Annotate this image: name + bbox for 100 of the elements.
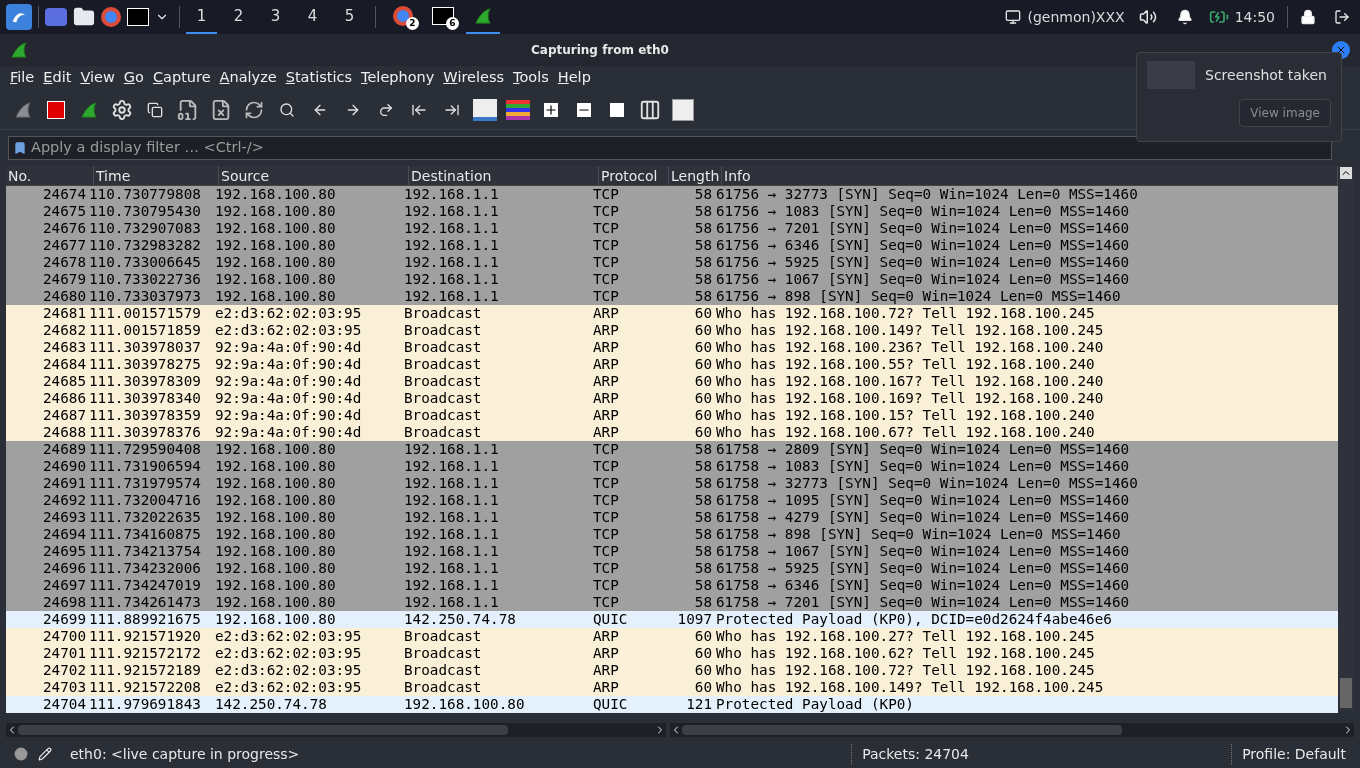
packet-row[interactable]: 24700 111.921571920 e2:d3:62:02:03:95 Broadcast ARP 60 Who has 192.168.100.27? Tell 192.168.100.245 <box>6 628 1338 645</box>
column-header[interactable]: Source <box>219 166 409 185</box>
bell-icon[interactable] <box>1176 9 1193 25</box>
menu-item[interactable]: Capture <box>148 67 215 89</box>
menu-item[interactable]: Edit <box>39 67 76 89</box>
packet-row[interactable]: 24678 110.733006645 192.168.100.80 192.168.1.1 TCP 58 61756 → 5925 [SYN] Seq=0 Win=1024 Len=0 MSS=1460 <box>6 254 1338 271</box>
packet-row[interactable]: 24681 111.001571579 e2:d3:62:02:03:95 Broadcast ARP 60 Who has 192.168.100.72? Tell 192.168.100.245 <box>6 305 1338 322</box>
packet-row[interactable]: 24699 111.889921675 192.168.100.80 142.250.74.78 QUIC 1097 Protected Payload (KP0), DCID=e0d2624f4abe46e6 <box>6 611 1338 628</box>
packet-row[interactable]: 24687 111.303978359 92:9a:4a:0f:90:4d Broadcast ARP 60 Who has 192.168.100.15? Tell 192.168.100.240 <box>6 407 1338 424</box>
column-header[interactable]: Length <box>669 166 722 185</box>
table-cell-text: 111.734261473 <box>88 594 202 611</box>
table-cell-text: ARP <box>592 373 620 390</box>
packet-row[interactable]: 24674 110.730779808 192.168.100.80 192.168.1.1 TCP 58 61756 → 32773 [SYN] Seq=0 Win=1024 Len=0 MSS=1460 <box>6 186 1338 203</box>
taskbar-app[interactable]: 2 <box>386 0 420 34</box>
column-header[interactable]: Time <box>94 166 219 185</box>
table-cell-text: 111.732004716 <box>88 492 202 509</box>
horizontal-scrollbar[interactable] <box>670 723 1354 737</box>
table-cell-text: 58 <box>693 203 712 220</box>
table-cell-text: 192.168.100.80 <box>214 458 337 475</box>
lock-icon[interactable] <box>1300 9 1316 25</box>
packet-row[interactable]: 24679 110.733022736 192.168.100.80 192.168.1.1 TCP 58 61756 → 1067 [SYN] Seq=0 Win=1024 Len=0 MSS=1460 <box>6 271 1338 288</box>
browser-icon[interactable] <box>101 7 121 27</box>
menu-item[interactable]: Tools <box>509 67 553 89</box>
packet-row[interactable]: 24697 111.734247019 192.168.100.80 192.168.1.1 TCP 58 61758 → 6346 [SYN] Seq=0 Win=1024 Len=0 MSS=1460 <box>6 577 1338 594</box>
table-cell-text: 192.168.100.80 <box>214 492 337 509</box>
packet-row[interactable]: 24690 111.731906594 192.168.100.80 192.168.1.1 TCP 58 61758 → 1083 [SYN] Seq=0 Win=1024 Len=0 MSS=1460 <box>6 458 1338 475</box>
vertical-scrollbar[interactable] <box>1338 166 1354 710</box>
bookmark-icon[interactable] <box>13 141 27 155</box>
packet-row[interactable]: 24694 111.734160875 192.168.100.80 192.168.1.1 TCP 58 61758 → 898 [SYN] Seq=0 Win=1024 Len=0 MSS=1460 <box>6 526 1338 543</box>
menu-item[interactable]: File <box>6 67 39 89</box>
packet-row[interactable]: 24689 111.729590408 192.168.100.80 192.168.1.1 TCP 58 61758 → 2809 [SYN] Seq=0 Win=1024 Len=0 MSS=1460 <box>6 441 1338 458</box>
packet-row[interactable]: 24688 111.303978376 92:9a:4a:0f:90:4d Broadcast ARP 60 Who has 192.168.100.67? Tell 192.168.100.240 <box>6 424 1338 441</box>
taskbar-app[interactable]: 6 <box>426 0 460 34</box>
packet-row[interactable]: 24704 111.979691843 142.250.74.78 192.168.100.80 QUIC 121 Protected Payload (KP0) <box>6 696 1338 713</box>
table-cell-text: e2:d3:62:02:03:95 <box>214 628 363 645</box>
packet-row[interactable]: 24696 111.734232006 192.168.100.80 192.168.1.1 TCP 58 61758 → 5925 [SYN] Seq=0 Win=1024 Len=0 MSS=1460 <box>6 560 1338 577</box>
table-cell-text: 192.168.100.80 <box>214 203 337 220</box>
menu-item[interactable]: View <box>76 67 119 89</box>
table-cell-text: Who has 192.168.100.72? Tell 192.168.100.245 <box>715 305 1095 322</box>
packet-row[interactable]: 24691 111.731979574 192.168.100.80 192.168.1.1 TCP 58 61758 → 32773 [SYN] Seq=0 Win=1024 Len=0 MSS=1460 <box>6 475 1338 492</box>
table-cell-text: 121 <box>685 696 712 713</box>
table-cell-text: 110.733022736 <box>88 271 202 288</box>
table-cell-text: 142.250.74.78 <box>214 696 328 713</box>
table-cell-text: 111.001571859 <box>88 322 202 339</box>
packet-row[interactable]: 24703 111.921572208 e2:d3:62:02:03:95 Broadcast ARP 60 Who has 192.168.100.149? Tell 192.168.100.245 <box>6 679 1338 696</box>
packet-row[interactable]: 24698 111.734261473 192.168.100.80 192.168.1.1 TCP 58 61758 → 7201 [SYN] Seq=0 Win=1024 Len=0 MSS=1460 <box>6 594 1338 611</box>
table-cell-text: 60 <box>693 373 712 390</box>
packet-row[interactable]: 24677 110.732983282 192.168.100.80 192.168.1.1 TCP 58 61756 → 6346 [SYN] Seq=0 Win=1024 Len=0 MSS=1460 <box>6 237 1338 254</box>
scroll-thumb[interactable] <box>1340 678 1352 708</box>
file-x-icon <box>210 98 232 121</box>
menu-item[interactable]: Telephony <box>357 67 439 89</box>
table-cell-text: 111.729590408 <box>88 441 202 458</box>
menu-item[interactable]: Go <box>119 67 148 89</box>
column-header[interactable]: No. <box>6 166 94 185</box>
terminal-icon[interactable] <box>127 8 149 26</box>
packet-row[interactable]: 24686 111.303978340 92:9a:4a:0f:90:4d Broadcast ARP 60 Who has 192.168.100.169? Tell 192.168.100.240 <box>6 390 1338 407</box>
packet-row[interactable]: 24702 111.921572189 e2:d3:62:02:03:95 Broadcast ARP 60 Who has 192.168.100.72? Tell 192.168.100.245 <box>6 662 1338 679</box>
workspace-tab[interactable]: 5 <box>334 0 365 34</box>
table-cell-text: 61756 → 5925 [SYN] Seq=0 Win=1024 Len=0 MSS=1460 <box>715 254 1130 271</box>
column-header[interactable]: Destination <box>409 166 599 185</box>
menu-item[interactable]: Help <box>553 67 595 89</box>
table-cell-text: 58 <box>693 237 712 254</box>
table-cell-text: Protected Payload (KP0), DCID=e0d2624f4abe46e6 <box>715 611 1112 628</box>
reload-icon <box>244 99 264 120</box>
column-header[interactable]: Protocol <box>599 166 669 185</box>
workspace-tab[interactable]: 4 <box>297 0 328 34</box>
menu-item[interactable]: Statistics <box>281 67 357 89</box>
table-cell-text: 192.168.100.80 <box>214 526 337 543</box>
packet-row[interactable]: 24683 111.303978037 92:9a:4a:0f:90:4d Broadcast ARP 60 Who has 192.168.100.236? Tell 192.168.100.240 <box>6 339 1338 356</box>
table-cell-text: 111.731979574 <box>88 475 202 492</box>
scroll-up-icon[interactable] <box>1340 167 1352 179</box>
packet-row[interactable]: 24685 111.303978309 92:9a:4a:0f:90:4d Broadcast ARP 60 Who has 192.168.100.167? Tell 192.168.100.240 <box>6 373 1338 390</box>
packet-row[interactable]: 24676 110.732907083 192.168.100.80 192.168.1.1 TCP 58 61756 → 7201 [SYN] Seq=0 Win=1024 Len=0 MSS=1460 <box>6 220 1338 237</box>
volume-icon[interactable] <box>1138 8 1157 26</box>
capture-status: eth0: <live capture in progress> <box>70 744 301 764</box>
packet-row[interactable]: 24695 111.734213754 192.168.100.80 192.168.1.1 TCP 58 61758 → 1067 [SYN] Seq=0 Win=1024 Len=0 MSS=1460 <box>6 543 1338 560</box>
menu-item[interactable]: Analyze <box>215 67 281 89</box>
packet-row[interactable]: 24675 110.730795430 192.168.100.80 192.168.1.1 TCP 58 61756 → 1083 [SYN] Seq=0 Win=1024 Len=0 MSS=1460 <box>6 203 1338 220</box>
table-cell-text: 192.168.1.1 <box>403 254 500 271</box>
table-cell-text: 111.734213754 <box>88 543 202 560</box>
workspace-tab[interactable]: 2 <box>223 0 254 34</box>
table-cell-text: Who has 192.168.100.15? Tell 192.168.100.240 <box>715 407 1095 424</box>
table-cell-text: Broadcast <box>403 679 483 696</box>
table-cell-text: 24694 <box>41 526 86 543</box>
folder-icon[interactable] <box>73 6 95 28</box>
table-cell-text: TCP <box>592 509 620 526</box>
table-cell-text: TCP <box>592 492 620 509</box>
logout-icon[interactable] <box>1334 9 1350 25</box>
view-image-button[interactable]: View image <box>1239 99 1331 127</box>
packet-row[interactable]: 24693 111.732022635 192.168.100.80 192.168.1.1 TCP 58 61758 → 4279 [SYN] Seq=0 Win=1024 Len=0 MSS=1460 <box>6 509 1338 526</box>
packet-row[interactable]: 24692 111.732004716 192.168.100.80 192.168.1.1 TCP 58 61758 → 1095 [SYN] Seq=0 Win=1024 Len=0 MSS=1460 <box>6 492 1338 509</box>
packet-row[interactable]: 24684 111.303978275 92:9a:4a:0f:90:4d Broadcast ARP 60 Who has 192.168.100.55? Tell 192.168.100.240 <box>6 356 1338 373</box>
packet-row[interactable]: 24682 111.001571859 e2:d3:62:02:03:95 Broadcast ARP 60 Who has 192.168.100.149? Tell 192.168.100.245 <box>6 322 1338 339</box>
workspace-tab[interactable]: 3 <box>260 0 291 34</box>
packet-row[interactable]: 24701 111.921572172 e2:d3:62:02:03:95 Broadcast ARP 60 Who has 192.168.100.62? Tell 192.168.100.245 <box>6 645 1338 662</box>
packet-row[interactable]: 24680 110.733037973 192.168.100.80 192.168.1.1 TCP 58 61756 → 898 [SYN] Seq=0 Win=1024 Len=0 MSS=1460 <box>6 288 1338 305</box>
table-cell-text: 192.168.100.80 <box>214 543 337 560</box>
menu-item[interactable]: Wireless <box>439 67 509 89</box>
horizontal-scrollbar[interactable] <box>6 723 666 737</box>
table-cell-text: 110.730795430 <box>88 203 202 220</box>
